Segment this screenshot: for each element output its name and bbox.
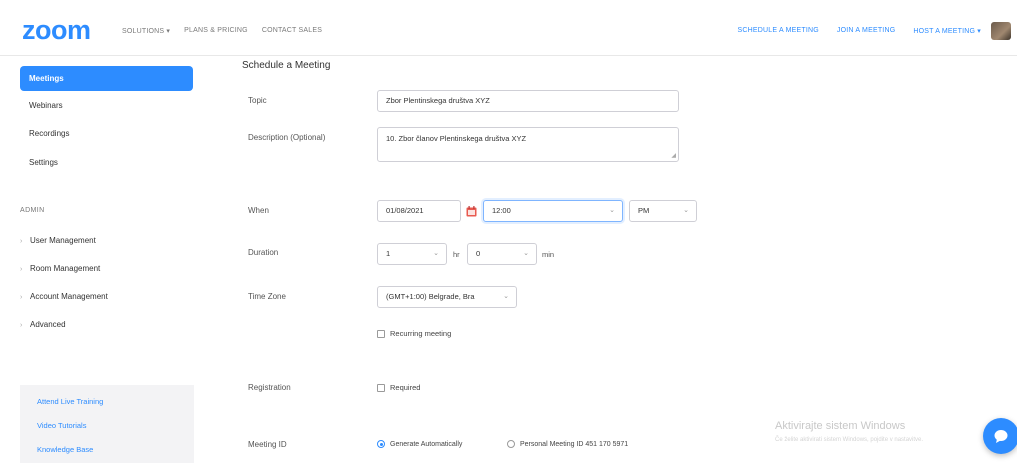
timezone-select[interactable]: (GMT+1:00) Belgrade, Bra ⌄ bbox=[377, 286, 517, 308]
meeting-id-auto-radio[interactable]: Generate Automatically bbox=[377, 440, 462, 448]
checkbox-icon bbox=[377, 329, 385, 338]
chat-button[interactable] bbox=[983, 418, 1017, 454]
duration-hours-select[interactable]: 1 ⌄ bbox=[377, 243, 447, 265]
sidebar-item-user-management[interactable]: › User Management bbox=[20, 236, 96, 245]
radio-unselected-icon bbox=[507, 440, 515, 448]
help-links-panel: Attend Live Training Video Tutorials Kno… bbox=[20, 385, 194, 463]
registration-label: Registration bbox=[248, 383, 291, 392]
ampm-select[interactable]: PM ⌄ bbox=[629, 200, 697, 222]
timezone-label: Time Zone bbox=[248, 292, 286, 301]
radio-selected-icon bbox=[377, 440, 385, 448]
sidebar-item-advanced[interactable]: › Advanced bbox=[20, 320, 66, 329]
date-input[interactable]: 01/08/2021 bbox=[377, 200, 461, 222]
duration-label: Duration bbox=[248, 248, 279, 257]
link-video-tutorials[interactable]: Video Tutorials bbox=[37, 421, 86, 430]
topic-input[interactable]: Zbor Plentinskega društva XYZ bbox=[377, 90, 679, 112]
primary-nav: SOLUTIONS ▾ PLANS & PRICING CONTACT SALE… bbox=[122, 27, 322, 35]
schedule-meeting-form: Schedule a Meeting Topic Zbor Plentinske… bbox=[210, 56, 1017, 463]
admin-section-heading: ADMIN bbox=[20, 207, 45, 214]
sidebar-item-settings[interactable]: Settings bbox=[20, 150, 193, 175]
sidebar: Meetings Webinars Recordings Settings AD… bbox=[0, 56, 210, 463]
sidebar-item-account-management[interactable]: › Account Management bbox=[20, 292, 108, 301]
sidebar-item-room-management[interactable]: › Room Management bbox=[20, 264, 100, 273]
chevron-right-icon: › bbox=[20, 294, 23, 301]
nav-solutions[interactable]: SOLUTIONS ▾ bbox=[122, 27, 170, 35]
topic-label: Topic bbox=[248, 96, 267, 105]
link-attend-live-training[interactable]: Attend Live Training bbox=[37, 397, 103, 406]
chevron-down-icon: ⌄ bbox=[503, 293, 509, 300]
nav-contact-sales[interactable]: CONTACT SALES bbox=[262, 27, 322, 35]
when-label: When bbox=[248, 206, 269, 215]
description-textarea[interactable]: 10. Zbor članov Plentinskega društva XYZ… bbox=[377, 127, 679, 162]
description-label: Description (Optional) bbox=[248, 133, 326, 142]
nav-schedule-meeting[interactable]: SCHEDULE A MEETING bbox=[738, 27, 819, 35]
time-select[interactable]: 12:00 ⌄ bbox=[483, 200, 623, 222]
windows-activation-watermark: Aktivirajte sistem Windows bbox=[775, 420, 906, 432]
secondary-nav: SCHEDULE A MEETING JOIN A MEETING HOST A… bbox=[738, 27, 981, 35]
duration-hr-unit: hr bbox=[453, 250, 460, 259]
sidebar-item-webinars[interactable]: Webinars bbox=[20, 93, 193, 118]
nav-plans-pricing[interactable]: PLANS & PRICING bbox=[184, 27, 248, 35]
sidebar-item-meetings[interactable]: Meetings bbox=[20, 66, 193, 91]
meeting-id-personal-radio[interactable]: Personal Meeting ID 451 170 5971 bbox=[507, 440, 628, 448]
description-text: 10. Zbor članov Plentinskega društva XYZ bbox=[386, 134, 527, 143]
avatar[interactable] bbox=[991, 22, 1011, 40]
registration-required-checkbox[interactable]: Required bbox=[377, 383, 420, 392]
chevron-down-icon: ⌄ bbox=[433, 250, 439, 257]
chevron-right-icon: › bbox=[20, 322, 23, 329]
chevron-right-icon: › bbox=[20, 266, 23, 273]
checkbox-icon bbox=[377, 383, 385, 392]
chevron-right-icon: › bbox=[20, 238, 23, 245]
top-navigation-bar: zoom SOLUTIONS ▾ PLANS & PRICING CONTACT… bbox=[0, 0, 1017, 56]
chat-bubble-icon bbox=[994, 430, 1008, 443]
duration-min-unit: min bbox=[542, 250, 555, 259]
duration-minutes-select[interactable]: 0 ⌄ bbox=[467, 243, 537, 265]
page-title: Schedule a Meeting bbox=[242, 60, 331, 71]
chevron-down-icon: ⌄ bbox=[609, 207, 615, 214]
sidebar-item-recordings[interactable]: Recordings bbox=[20, 121, 193, 146]
calendar-icon[interactable] bbox=[466, 206, 477, 217]
meeting-id-label: Meeting ID bbox=[248, 440, 287, 449]
nav-join-meeting[interactable]: JOIN A MEETING bbox=[837, 27, 895, 35]
link-knowledge-base[interactable]: Knowledge Base bbox=[37, 445, 93, 454]
resize-grip-icon[interactable]: ◢ bbox=[671, 153, 676, 160]
recurring-meeting-checkbox[interactable]: Recurring meeting bbox=[377, 329, 451, 338]
chevron-down-icon: ⌄ bbox=[683, 207, 689, 214]
windows-activation-subtitle: Če želite aktivirati sistem Windows, poj… bbox=[775, 437, 924, 443]
nav-host-meeting[interactable]: HOST A MEETING ▾ bbox=[913, 27, 981, 35]
chevron-down-icon: ⌄ bbox=[523, 250, 529, 257]
zoom-logo[interactable]: zoom bbox=[22, 17, 91, 44]
